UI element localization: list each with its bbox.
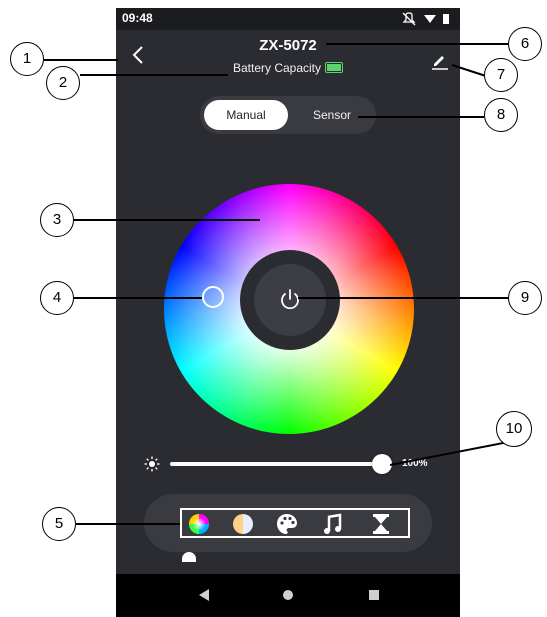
callout-1: 1 <box>10 42 44 76</box>
callout-line-2 <box>80 74 228 76</box>
color-picker-handle[interactable] <box>202 286 224 308</box>
white-balance-icon[interactable] <box>232 513 254 535</box>
status-time: 09:48 <box>122 11 153 25</box>
callout-10: 10 <box>496 411 532 447</box>
android-nav-bar <box>116 574 460 617</box>
status-bar: 09:48 <box>116 8 460 30</box>
power-button[interactable] <box>254 264 326 336</box>
callout-9: 9 <box>508 281 542 315</box>
wifi-icon <box>424 15 436 23</box>
callout-8: 8 <box>484 98 518 132</box>
edit-icon[interactable] <box>431 52 449 70</box>
color-wheel-icon[interactable] <box>188 513 210 535</box>
timer-icon[interactable] <box>370 513 392 535</box>
music-icon[interactable] <box>322 513 344 535</box>
battery-label: Battery Capacity <box>232 61 322 75</box>
battery-level-icon <box>325 62 344 73</box>
battery-icon <box>443 14 449 24</box>
device-title: ZX-5072 <box>259 37 317 54</box>
tab-manual[interactable]: Manual <box>204 100 288 130</box>
brightness-track[interactable] <box>170 462 380 466</box>
mode-tabs: Manual Sensor <box>200 96 376 134</box>
mode-icons-group <box>180 508 410 538</box>
phone-screen: 09:48 ZX-5072 Battery Capacity Manual Se… <box>116 8 460 617</box>
callout-line-9 <box>298 297 510 299</box>
power-icon <box>281 289 299 310</box>
callout-3: 3 <box>40 203 74 237</box>
callout-line-4 <box>74 297 202 299</box>
home-circle-icon[interactable] <box>282 588 294 602</box>
mode-bar <box>144 494 432 552</box>
callout-line-1 <box>44 59 118 61</box>
callout-line-6 <box>326 43 510 45</box>
status-icons <box>402 12 449 26</box>
callout-6: 6 <box>508 27 542 61</box>
callout-line-5 <box>76 523 180 525</box>
callout-line-8 <box>358 116 484 118</box>
callout-4: 4 <box>40 281 74 315</box>
mute-icon <box>402 12 416 26</box>
back-triangle-icon[interactable] <box>198 588 210 602</box>
palette-icon[interactable] <box>276 513 298 535</box>
scroll-indicator <box>182 552 196 562</box>
recents-square-icon[interactable] <box>368 588 380 602</box>
battery-status: Battery Capacity <box>116 61 460 75</box>
callout-5: 5 <box>42 507 76 541</box>
tab-sensor[interactable]: Sensor <box>292 100 372 130</box>
brightness-icon <box>144 456 160 472</box>
callout-7: 7 <box>484 58 518 92</box>
brightness-slider: 100% <box>144 454 444 476</box>
callout-line-3 <box>74 219 260 221</box>
callout-2: 2 <box>46 66 80 100</box>
